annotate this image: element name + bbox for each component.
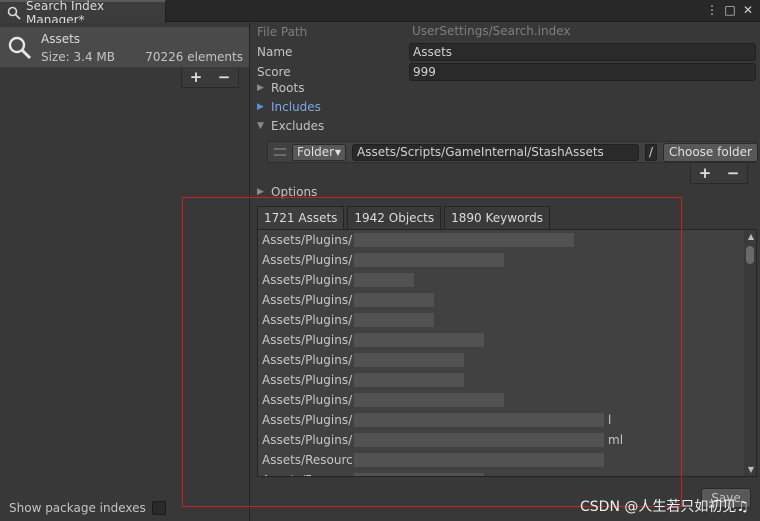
list-item[interactable]: Assets/Plugins/l	[258, 410, 756, 430]
show-package-indexes-checkbox[interactable]	[152, 501, 166, 515]
redacted-block	[354, 233, 574, 247]
index-list-panel: Assets Size: 3.4 MB 70226 elements + − S…	[0, 23, 250, 521]
tab-assets[interactable]: 1721 Assets	[257, 206, 345, 230]
list-item[interactable]: Assets/Plugins/	[258, 350, 756, 370]
list-item-path: Assets/Plugins/	[262, 393, 353, 407]
search-index-icon	[7, 35, 33, 61]
exclude-type-value: Folder	[297, 145, 335, 159]
list-item-path: Assets/Plugins/	[262, 253, 353, 267]
exclude-entry: Folder ▼ Assets/Scripts/GameInternal/Sta…	[267, 141, 758, 163]
remove-index-button[interactable]: −	[210, 67, 238, 87]
includes-foldout[interactable]: ▶ Includes	[257, 100, 321, 114]
scroll-thumb[interactable]	[746, 246, 754, 264]
list-item-path: Assets/Plugins/	[262, 293, 353, 307]
list-item[interactable]: Assets/Plugins/ml	[258, 430, 756, 450]
redacted-block	[354, 353, 464, 367]
list-item[interactable]: Assets/Plugins/	[258, 310, 756, 330]
list-item[interactable]: Assets/Plugins/	[258, 370, 756, 390]
list-item-path: Assets/Plugins/	[262, 373, 353, 387]
list-item[interactable]: Assets/Resourc	[258, 450, 756, 470]
roots-label: Roots	[271, 81, 305, 95]
roots-foldout[interactable]: ▶ Roots	[257, 81, 304, 95]
result-tabs: 1721 Assets 1942 Objects 1890 Keywords	[257, 206, 553, 230]
close-icon[interactable]: ✕	[742, 3, 754, 17]
index-item-assets[interactable]: Assets Size: 3.4 MB 70226 elements	[0, 27, 249, 67]
exclude-add-remove: + −	[690, 163, 748, 184]
includes-label: Includes	[271, 100, 321, 114]
scroll-down-icon[interactable]: ▼	[748, 465, 754, 474]
excludes-foldout[interactable]: ▼ Excludes	[257, 119, 324, 133]
list-item-suffix: ml	[608, 433, 624, 447]
redacted-block	[354, 253, 504, 267]
list-item-path: Assets/Plugins/	[262, 353, 353, 367]
file-path-field: UserSettings/Search.index	[412, 24, 571, 38]
score-field[interactable]: 999	[409, 63, 756, 81]
options-foldout[interactable]: ▶ Options	[257, 185, 317, 199]
caret-down-icon: ▼	[257, 121, 264, 131]
add-exclude-button[interactable]: +	[691, 163, 719, 183]
options-label: Options	[271, 185, 318, 199]
list-item-path: Assets/Resourc	[262, 473, 353, 476]
redacted-block	[354, 273, 414, 287]
caret-right-icon: ▶	[257, 102, 264, 112]
redacted-block	[354, 473, 484, 476]
dropdown-caret-icon: ▼	[334, 148, 341, 157]
redacted-block	[354, 433, 604, 447]
list-item-path: Assets/Plugins/	[262, 273, 353, 287]
results-scrollbar[interactable]: ▲ ▼	[744, 230, 756, 476]
name-field[interactable]: Assets	[409, 43, 756, 61]
title-bar: Search Index Manager* ⋮ □ ✕	[0, 0, 760, 27]
list-item[interactable]: Assets/Plugins/	[258, 390, 756, 410]
index-details-panel: File Path UserSettings/Search.index Name…	[251, 23, 760, 521]
remove-exclude-button[interactable]: −	[719, 163, 747, 183]
search-icon	[7, 6, 21, 20]
list-item[interactable]: Assets/Resourc	[258, 470, 756, 476]
watermark: CSDN @人生若只如初见♫	[580, 499, 749, 515]
list-item-path: Assets/Plugins/	[262, 333, 353, 347]
file-path-label: File Path	[257, 25, 308, 39]
redacted-block	[354, 333, 484, 347]
caret-right-icon: ▶	[257, 83, 264, 93]
score-label: Score	[257, 65, 291, 79]
list-item-path: Assets/Plugins/	[262, 413, 353, 427]
list-item-path: Assets/Plugins/	[262, 313, 353, 327]
index-size: Size: 3.4 MB	[41, 50, 115, 64]
redacted-block	[354, 293, 434, 307]
choose-folder-button[interactable]: Choose folder	[663, 143, 758, 162]
list-item[interactable]: Assets/Plugins/	[258, 270, 756, 290]
window-tab[interactable]: Search Index Manager*	[0, 0, 166, 27]
results-list: Assets/Plugins/Assets/Plugins/Assets/Plu…	[257, 229, 757, 477]
more-vert-icon[interactable]: ⋮	[706, 3, 718, 17]
index-element-count: 70226 elements	[145, 50, 243, 64]
tab-objects[interactable]: 1942 Objects	[347, 206, 442, 230]
list-item-path: Assets/Plugins/	[262, 233, 353, 247]
list-item-path: Assets/Resourc	[262, 453, 353, 467]
list-item[interactable]: Assets/Plugins/	[258, 230, 756, 250]
index-name: Assets	[41, 32, 81, 46]
add-index-button[interactable]: +	[182, 67, 210, 87]
list-item[interactable]: Assets/Plugins/	[258, 330, 756, 350]
list-item-suffix: l	[608, 413, 612, 427]
drag-handle-icon[interactable]	[274, 148, 286, 156]
excludes-label: Excludes	[271, 119, 325, 133]
index-add-remove: + −	[181, 67, 239, 88]
redacted-block	[354, 373, 464, 387]
slash-field[interactable]: /	[645, 144, 657, 161]
redacted-block	[354, 453, 604, 467]
show-package-indexes-label: Show package indexes	[9, 501, 146, 515]
list-item-path: Assets/Plugins/	[262, 433, 353, 447]
name-label: Name	[257, 45, 293, 59]
tab-keywords[interactable]: 1890 Keywords	[444, 206, 550, 230]
exclude-type-dropdown[interactable]: Folder ▼	[292, 144, 346, 161]
list-item[interactable]: Assets/Plugins/	[258, 290, 756, 310]
redacted-block	[354, 313, 434, 327]
redacted-block	[354, 393, 504, 407]
maximize-icon[interactable]: □	[724, 3, 736, 17]
redacted-block	[354, 413, 604, 427]
exclude-path-field[interactable]: Assets/Scripts/GameInternal/StashAssets	[352, 144, 639, 161]
scroll-up-icon[interactable]: ▲	[748, 232, 754, 241]
caret-right-icon: ▶	[257, 187, 264, 197]
list-item[interactable]: Assets/Plugins/	[258, 250, 756, 270]
